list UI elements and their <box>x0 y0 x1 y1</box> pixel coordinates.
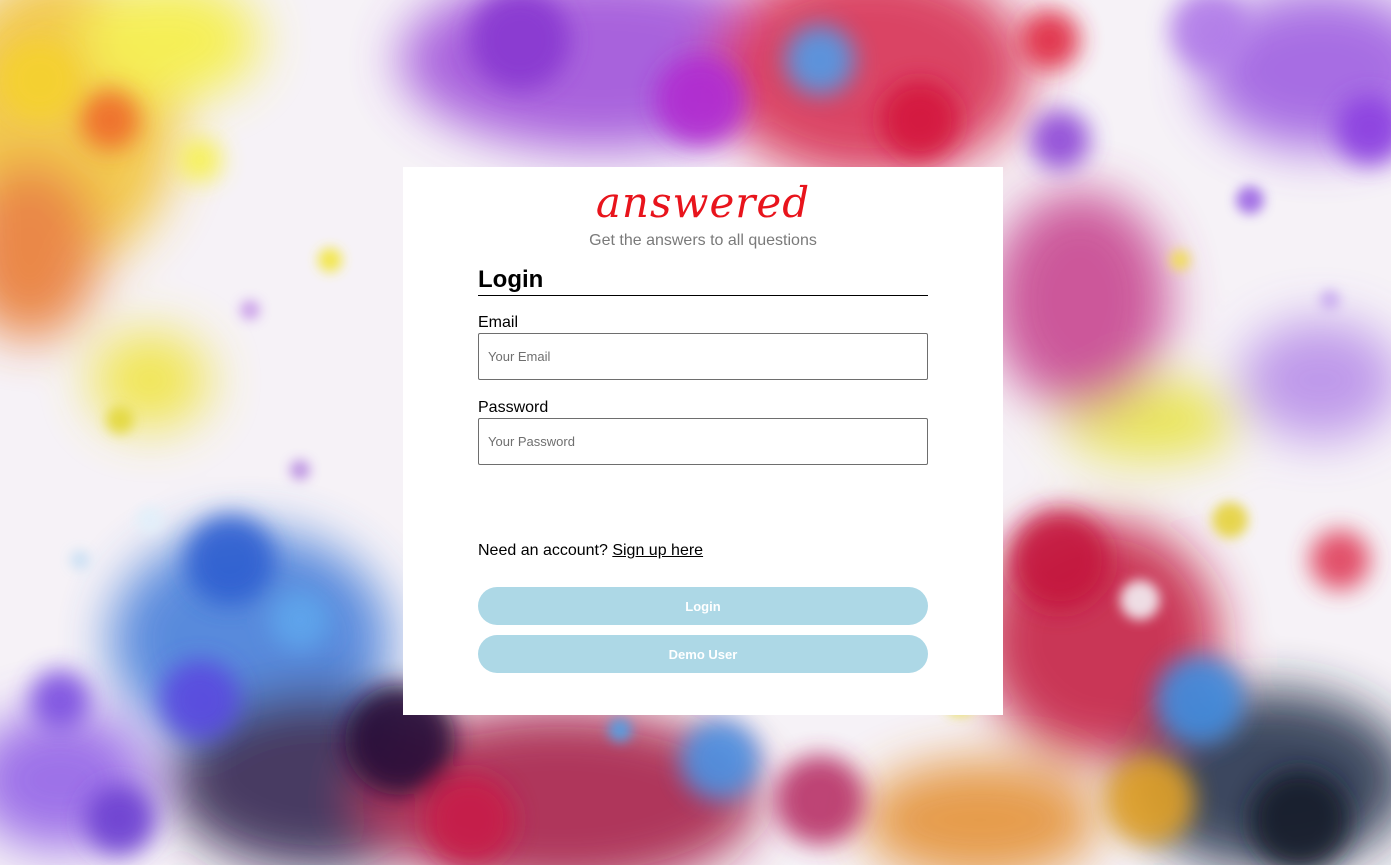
signup-prompt-text: Need an account? <box>478 542 608 559</box>
email-label: Email <box>478 314 519 331</box>
signup-prompt-row: Need an account? Sign up here <box>478 542 703 560</box>
brand-logo: answered <box>595 178 811 227</box>
brand-tagline: Get the answers to all questions <box>589 232 817 249</box>
login-heading: Login <box>478 265 928 296</box>
login-card: answered Get the answers to all question… <box>403 167 1003 715</box>
password-input[interactable] <box>478 418 928 465</box>
demo-user-button[interactable]: Demo User <box>478 635 928 673</box>
password-label: Password <box>478 399 549 416</box>
email-input[interactable] <box>478 333 928 380</box>
login-button[interactable]: Login <box>478 587 928 625</box>
login-form: Login Email Password Need an account? Si… <box>478 265 928 673</box>
signup-link[interactable]: Sign up here <box>612 542 703 559</box>
